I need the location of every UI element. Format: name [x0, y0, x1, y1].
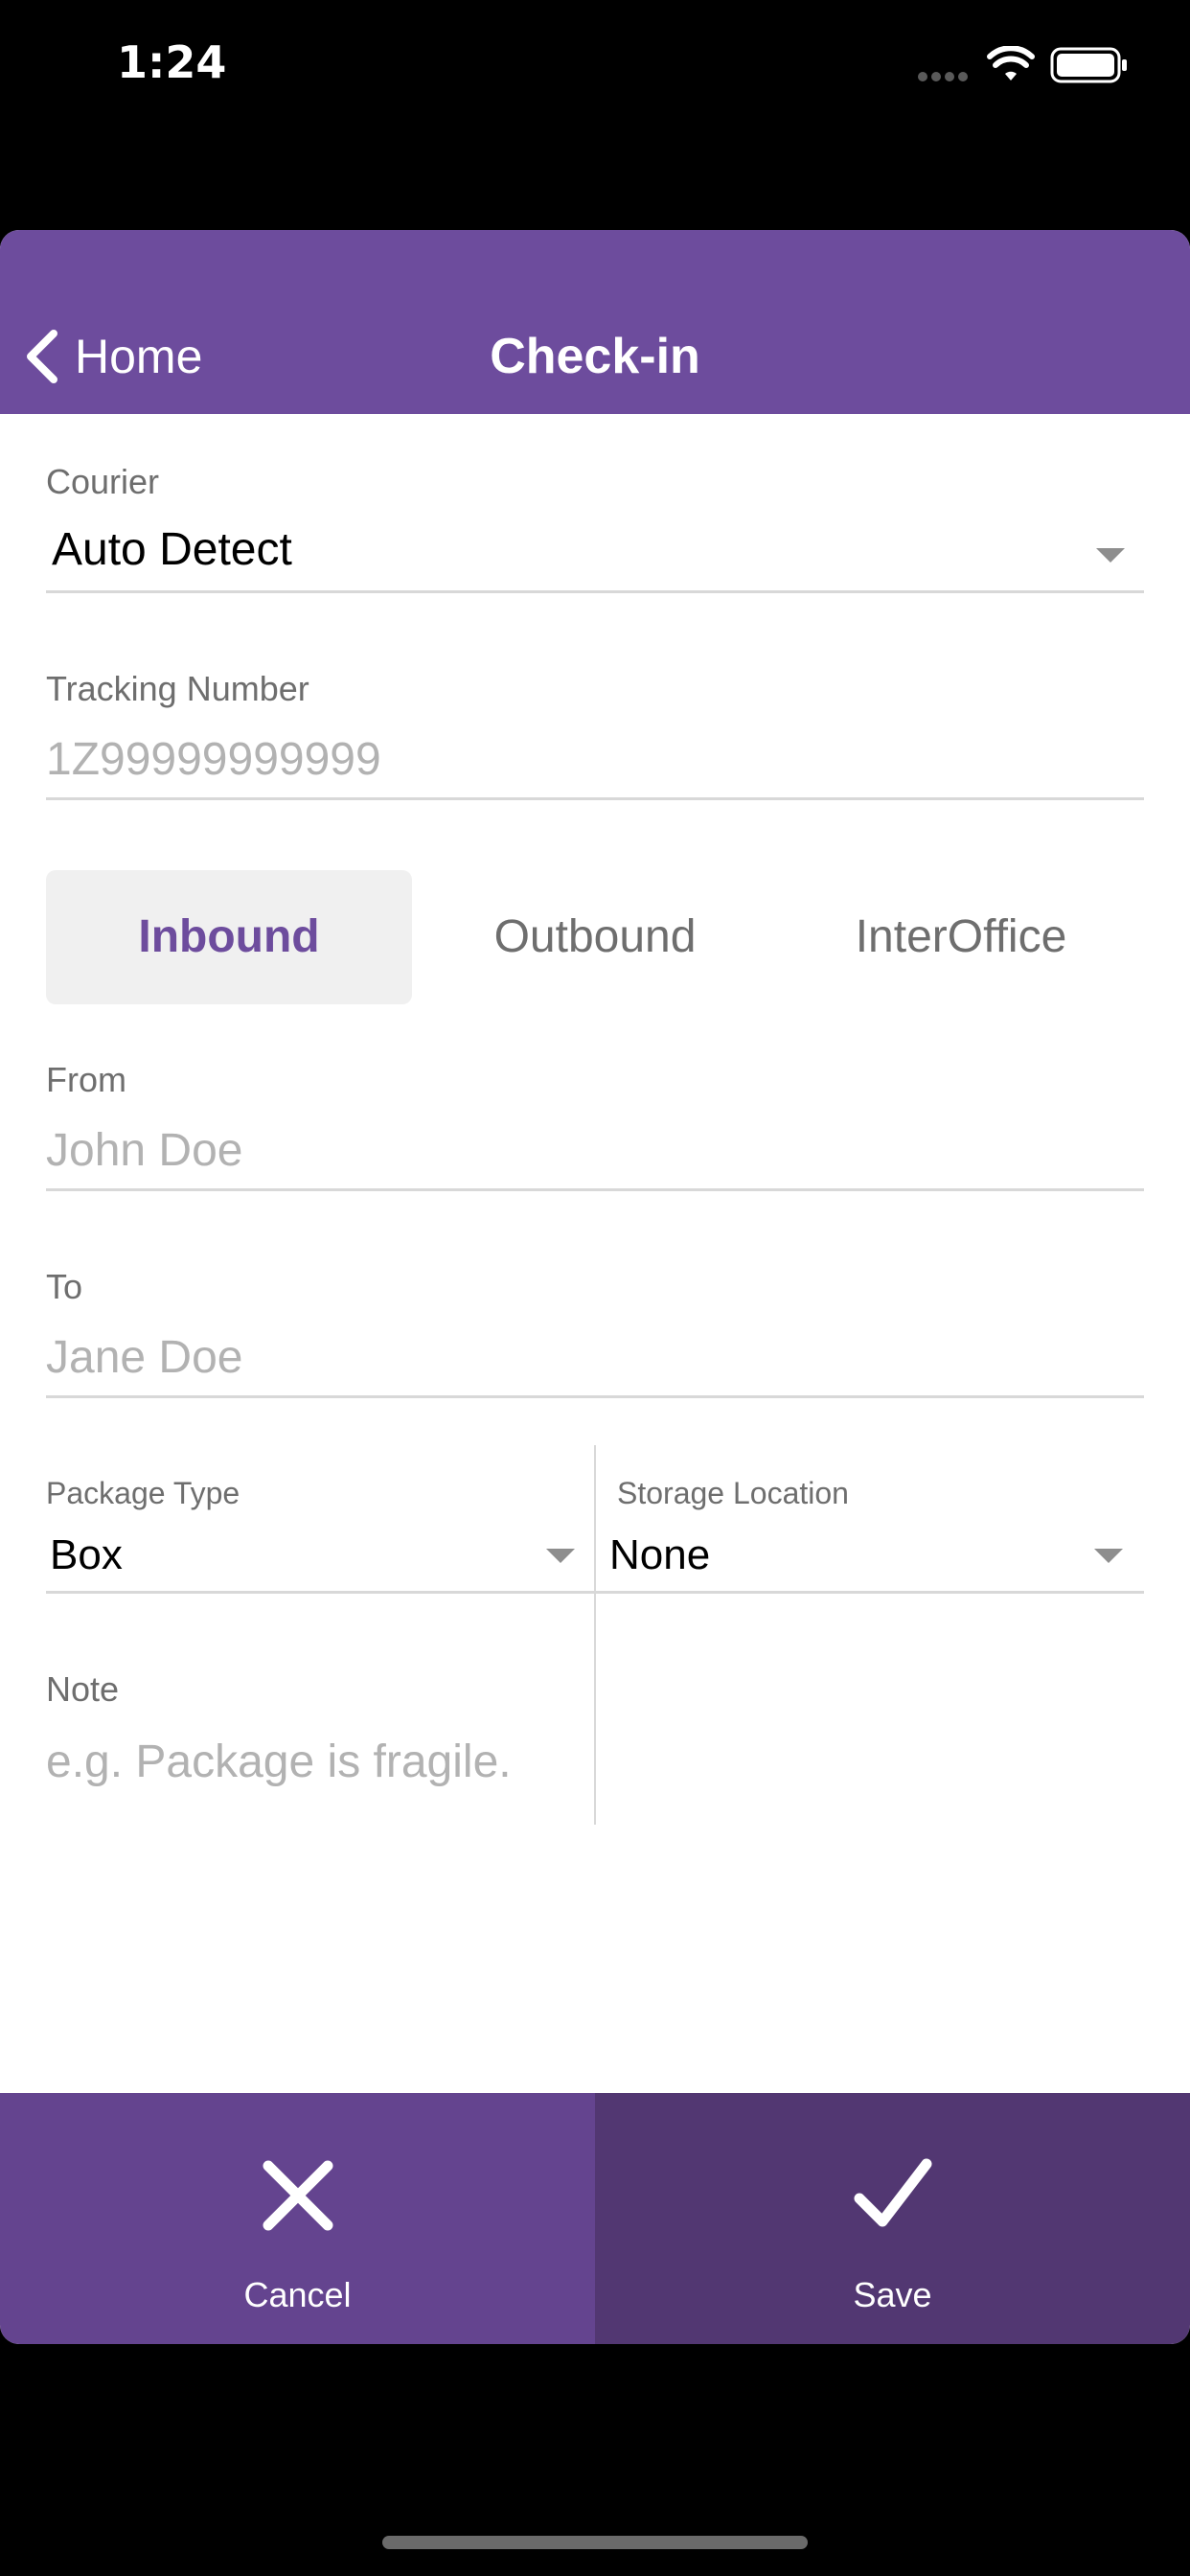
- checkmark-icon: [854, 2158, 932, 2227]
- package-type-select[interactable]: Box: [50, 1531, 123, 1579]
- storage-location-select[interactable]: None: [609, 1531, 710, 1579]
- to-label: To: [46, 1267, 83, 1306]
- storage-location-label: Storage Location: [617, 1476, 849, 1510]
- from-input[interactable]: [46, 1121, 1138, 1179]
- chevron-down-icon: [546, 1549, 575, 1563]
- from-label: From: [46, 1060, 126, 1099]
- segment-outbound[interactable]: Outbound: [412, 870, 778, 1004]
- check-in-screen: Home Check-in Courier Auto Detect Tracki…: [0, 230, 1190, 2344]
- action-bar: Cancel Save: [0, 2093, 1190, 2344]
- navigation-bar: Home Check-in: [0, 230, 1190, 414]
- tracking-number-label: Tracking Number: [46, 669, 309, 708]
- close-icon: [263, 2160, 333, 2231]
- note-label: Note: [46, 1669, 120, 1709]
- home-indicator[interactable]: [382, 2536, 808, 2549]
- chevron-down-icon: [1096, 548, 1125, 563]
- to-input[interactable]: [46, 1328, 1138, 1386]
- courier-label: Courier: [46, 462, 160, 501]
- wifi-icon: [987, 46, 1035, 80]
- chevron-down-icon: [1094, 1549, 1123, 1563]
- segment-inbound[interactable]: Inbound: [46, 870, 412, 1004]
- note-input[interactable]: [46, 1733, 1138, 1790]
- package-type-label: Package Type: [46, 1476, 240, 1510]
- page-title: Check-in: [490, 329, 700, 384]
- to-underline: [46, 1395, 1144, 1398]
- package-type-underline: [46, 1591, 594, 1594]
- storage-location-underline: [596, 1591, 1144, 1594]
- save-label: Save: [853, 2275, 932, 2314]
- status-bar: 1:24: [0, 0, 1190, 134]
- tracking-number-input[interactable]: [46, 730, 1138, 788]
- segment-interoffice[interactable]: InterOffice: [778, 870, 1144, 1004]
- cellular-signal-icon: [918, 69, 972, 86]
- battery-icon: [1050, 47, 1127, 83]
- cancel-button[interactable]: Cancel: [0, 2093, 595, 2344]
- from-underline: [46, 1188, 1144, 1191]
- status-time: 1:24: [117, 36, 227, 88]
- save-button[interactable]: Save: [595, 2093, 1190, 2344]
- tracking-number-underline: [46, 797, 1144, 800]
- courier-select[interactable]: Auto Detect: [52, 523, 292, 576]
- direction-segmented-control: Inbound Outbound InterOffice: [46, 870, 1144, 1004]
- cancel-label: Cancel: [243, 2275, 352, 2314]
- courier-underline: [46, 590, 1144, 593]
